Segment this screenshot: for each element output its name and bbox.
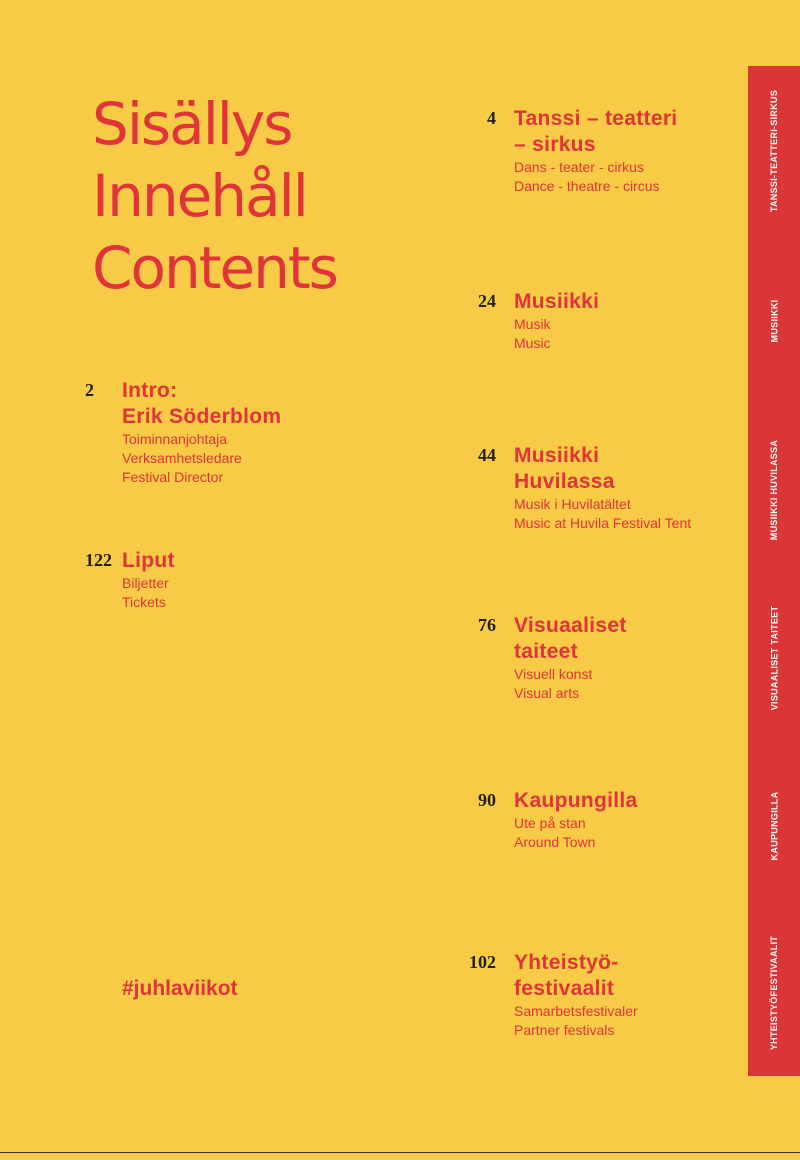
entry-title: Yhteistyö- xyxy=(514,951,619,974)
toc-entry-kaupungilla[interactable]: 90 Kaupungilla Ute på stan Around Town xyxy=(478,788,638,852)
page-number: 4 xyxy=(487,108,496,128)
entry-title: Musiikki xyxy=(514,444,600,467)
title-english: Contents xyxy=(92,234,339,302)
entry-subtitle: Samarbetsfestivaler xyxy=(514,1003,638,1019)
entry-title: Huvilassa xyxy=(514,470,615,493)
sidebar-tab-musiikki[interactable]: MUSIIKKI xyxy=(748,236,800,406)
entry-title: Visuaaliset xyxy=(514,614,627,637)
toc-entry-tanssi[interactable]: 4 Tanssi – teatteri – sirkus Dans - teat… xyxy=(487,106,678,196)
sidebar-tab-musiikki-huvilassa[interactable]: MUSIIKKI HUVILASSA xyxy=(748,406,800,574)
entry-title: taiteet xyxy=(514,640,578,663)
entry-title: Liput xyxy=(122,549,175,572)
entry-subtitle: Dans - teater - cirkus xyxy=(514,159,644,175)
entry-subtitle: Toiminnanjohtaja xyxy=(122,431,228,447)
toc-entry-intro[interactable]: 2 Intro: Erik Söderblom Toiminnanjohtaja… xyxy=(85,378,282,487)
toc-entry-yhteistyo[interactable]: 102 Yhteistyö- festivaalit Samarbetsfest… xyxy=(469,950,638,1040)
entry-title: festivaalit xyxy=(514,977,615,1000)
entry-title: Tanssi – teatteri xyxy=(514,107,678,130)
entry-subtitle: Musik i Huvilatältet xyxy=(514,496,631,512)
entry-title: Kaupungilla xyxy=(514,789,638,812)
entry-subtitle: Ute på stan xyxy=(514,815,586,831)
title-finnish: Sisällys xyxy=(92,90,293,158)
entry-subtitle: Dance - theatre - circus xyxy=(514,178,660,194)
entry-title: Erik Söderblom xyxy=(122,405,282,428)
entry-subtitle: Visual arts xyxy=(514,685,580,701)
entry-subtitle: Partner festivals xyxy=(514,1022,615,1038)
page-number: 24 xyxy=(478,291,496,311)
page-number: 76 xyxy=(478,615,496,635)
entry-title: Intro: xyxy=(122,379,178,402)
section-sidebar: TANSSI-TEATTERI-SIRKUS MUSIIKKI MUSIIKKI… xyxy=(748,66,800,1076)
sidebar-tab-kaupungilla[interactable]: KAUPUNGILLA xyxy=(748,742,800,910)
entry-subtitle: Verksamhetsledare xyxy=(122,450,242,466)
entry-title: Musiikki xyxy=(514,290,600,313)
page-number: 2 xyxy=(85,380,94,400)
sidebar-tab-yhteistyo[interactable]: YHTEISTYÖFESTIVAALIT xyxy=(748,910,800,1076)
toc-entry-visuaaliset[interactable]: 76 Visuaaliset taiteet Visuell konst Vis… xyxy=(478,613,627,703)
entry-subtitle: Music at Huvila Festival Tent xyxy=(514,515,692,531)
page-title: Sisällys Innehåll Contents xyxy=(92,88,339,304)
page-edge-divider xyxy=(0,1152,800,1153)
page-number: 44 xyxy=(478,445,496,465)
page-number: 102 xyxy=(469,952,496,972)
page-number: 90 xyxy=(478,790,496,810)
entry-subtitle: Musik xyxy=(514,316,551,332)
entry-subtitle: Biljetter xyxy=(122,575,169,591)
entry-subtitle: Festival Director xyxy=(122,469,224,485)
page-number: 122 xyxy=(85,550,112,570)
entry-subtitle: Tickets xyxy=(122,594,166,610)
entry-subtitle: Music xyxy=(514,335,551,351)
toc-entry-musiikki-huvilassa[interactable]: 44 Musiikki Huvilassa Musik i Huvilatält… xyxy=(478,443,692,533)
entry-subtitle: Around Town xyxy=(514,834,596,850)
sidebar-tab-visuaaliset[interactable]: VISUAALISET TAITEET xyxy=(748,574,800,742)
sidebar-tab-tanssi[interactable]: TANSSI-TEATTERI-SIRKUS xyxy=(748,66,800,236)
entry-subtitle: Visuell konst xyxy=(514,666,593,682)
toc-entry-liput[interactable]: 122 Liput Biljetter Tickets xyxy=(85,548,175,612)
hashtag: #juhlaviikot xyxy=(122,977,238,1000)
toc-entry-musiikki[interactable]: 24 Musiikki Musik Music xyxy=(478,289,600,353)
title-swedish: Innehåll xyxy=(92,162,309,230)
entry-title: – sirkus xyxy=(514,133,596,156)
